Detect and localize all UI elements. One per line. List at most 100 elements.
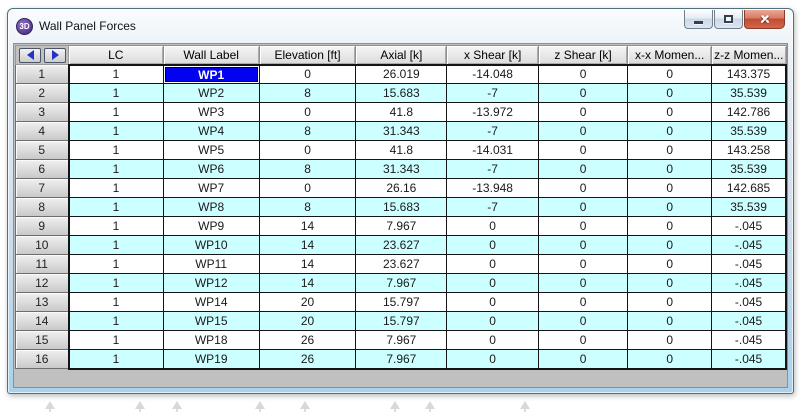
grid-cell[interactable]: 1 bbox=[69, 160, 164, 179]
grid-cell[interactable]: 0 bbox=[628, 350, 712, 369]
grid-cell[interactable]: 0 bbox=[628, 217, 712, 236]
grid-cell[interactable]: -.045 bbox=[712, 312, 786, 331]
row-number-button[interactable]: 14 bbox=[16, 312, 69, 331]
grid-cell[interactable]: WP11 bbox=[163, 255, 259, 274]
restore-button[interactable] bbox=[714, 10, 743, 29]
grid-cell[interactable]: 0 bbox=[538, 160, 627, 179]
grid-cell[interactable]: -7 bbox=[447, 198, 538, 217]
grid-cell[interactable]: 7.967 bbox=[356, 331, 447, 350]
column-header[interactable]: x Shear [k] bbox=[447, 46, 538, 65]
grid-cell[interactable]: 0 bbox=[628, 65, 712, 84]
grid-cell[interactable]: 35.539 bbox=[712, 122, 786, 141]
grid-cell[interactable]: 0 bbox=[538, 103, 627, 122]
grid-cell[interactable]: 35.539 bbox=[712, 198, 786, 217]
grid-cell[interactable]: WP15 bbox=[163, 312, 259, 331]
grid-cell[interactable]: 0 bbox=[447, 274, 538, 293]
grid-cell[interactable]: -7 bbox=[447, 122, 538, 141]
grid-cell[interactable]: 0 bbox=[447, 293, 538, 312]
column-header[interactable]: z Shear [k] bbox=[538, 46, 627, 65]
row-number-button[interactable]: 2 bbox=[16, 84, 69, 103]
grid-cell[interactable]: 142.685 bbox=[712, 179, 786, 198]
row-number-button[interactable]: 16 bbox=[16, 350, 69, 369]
row-number-button[interactable]: 5 bbox=[16, 141, 69, 160]
grid-cell[interactable]: 0 bbox=[447, 331, 538, 350]
row-number-button[interactable]: 7 bbox=[16, 179, 69, 198]
row-number-button[interactable]: 6 bbox=[16, 160, 69, 179]
grid-cell[interactable]: 0 bbox=[259, 65, 355, 84]
grid-cell[interactable]: -7 bbox=[447, 84, 538, 103]
grid-cell[interactable]: 0 bbox=[538, 350, 627, 369]
grid-cell[interactable]: 0 bbox=[538, 84, 627, 103]
grid-cell[interactable]: 0 bbox=[538, 312, 627, 331]
grid-cell[interactable]: 0 bbox=[538, 236, 627, 255]
column-header[interactable]: Axial [k] bbox=[356, 46, 447, 65]
grid-cell[interactable]: WP6 bbox=[163, 160, 259, 179]
grid-cell[interactable]: WP12 bbox=[163, 274, 259, 293]
grid-cell[interactable]: 0 bbox=[447, 236, 538, 255]
grid-cell[interactable]: 0 bbox=[628, 312, 712, 331]
grid-cell[interactable]: 1 bbox=[69, 84, 164, 103]
grid-cell[interactable]: 15.797 bbox=[356, 312, 447, 331]
grid-cell[interactable]: WP2 bbox=[163, 84, 259, 103]
grid-cell[interactable]: 0 bbox=[628, 103, 712, 122]
grid-cell[interactable]: 35.539 bbox=[712, 160, 786, 179]
grid-cell[interactable]: WP7 bbox=[163, 179, 259, 198]
grid-cell[interactable]: 1 bbox=[69, 274, 164, 293]
grid-cell[interactable]: WP8 bbox=[163, 198, 259, 217]
grid-cell[interactable]: 23.627 bbox=[356, 255, 447, 274]
row-number-button[interactable]: 8 bbox=[16, 198, 69, 217]
grid-cell[interactable]: 20 bbox=[259, 312, 355, 331]
grid-cell[interactable]: 41.8 bbox=[356, 103, 447, 122]
grid-cell[interactable]: 26 bbox=[259, 350, 355, 369]
column-header[interactable]: Elevation [ft] bbox=[259, 46, 355, 65]
grid-cell[interactable]: WP18 bbox=[163, 331, 259, 350]
grid-cell[interactable]: WP9 bbox=[163, 217, 259, 236]
grid-cell[interactable]: 7.967 bbox=[356, 350, 447, 369]
grid-cell[interactable]: -14.031 bbox=[447, 141, 538, 160]
grid-cell[interactable]: -13.972 bbox=[447, 103, 538, 122]
grid-cell[interactable]: 0 bbox=[538, 141, 627, 160]
grid-cell[interactable]: 1 bbox=[69, 103, 164, 122]
grid-cell[interactable]: 0 bbox=[259, 141, 355, 160]
grid-cell[interactable]: 0 bbox=[628, 141, 712, 160]
grid-cell[interactable]: WP4 bbox=[163, 122, 259, 141]
grid-cell[interactable]: 0 bbox=[628, 331, 712, 350]
grid-cell[interactable]: 0 bbox=[538, 65, 627, 84]
grid-cell[interactable]: 1 bbox=[69, 65, 164, 84]
column-header[interactable]: z-z Momen... bbox=[712, 46, 786, 65]
grid-cell[interactable]: 26.16 bbox=[356, 179, 447, 198]
grid-cell[interactable]: 14 bbox=[259, 274, 355, 293]
grid-cell[interactable]: 1 bbox=[69, 198, 164, 217]
grid-cell[interactable]: 0 bbox=[447, 312, 538, 331]
grid-cell[interactable]: 0 bbox=[628, 122, 712, 141]
grid-cell[interactable]: WP10 bbox=[163, 236, 259, 255]
grid-cell[interactable]: 0 bbox=[628, 236, 712, 255]
grid-cell[interactable]: 26.019 bbox=[356, 65, 447, 84]
grid-cell[interactable]: 0 bbox=[538, 274, 627, 293]
grid-cell[interactable]: 143.375 bbox=[712, 65, 786, 84]
minimize-button[interactable] bbox=[684, 10, 713, 29]
grid-cell[interactable]: 0 bbox=[447, 217, 538, 236]
grid-cell[interactable]: 0 bbox=[628, 84, 712, 103]
grid-cell[interactable]: 8 bbox=[259, 84, 355, 103]
grid-cell[interactable]: -.045 bbox=[712, 331, 786, 350]
selected-cell[interactable]: WP1 bbox=[165, 67, 258, 82]
grid-cell[interactable]: 15.797 bbox=[356, 293, 447, 312]
grid-cell[interactable]: 31.343 bbox=[356, 160, 447, 179]
close-button[interactable] bbox=[744, 10, 785, 29]
grid-cell[interactable]: 20 bbox=[259, 293, 355, 312]
grid-cell[interactable]: 31.343 bbox=[356, 122, 447, 141]
grid-cell[interactable]: 35.539 bbox=[712, 84, 786, 103]
grid-cell[interactable]: 0 bbox=[628, 255, 712, 274]
grid-cell[interactable]: -14.048 bbox=[447, 65, 538, 84]
grid-cell[interactable]: -13.948 bbox=[447, 179, 538, 198]
grid-cell[interactable]: 7.967 bbox=[356, 217, 447, 236]
grid-cell[interactable]: 1 bbox=[69, 122, 164, 141]
grid-cell[interactable]: WP19 bbox=[163, 350, 259, 369]
grid-cell[interactable]: WP3 bbox=[163, 103, 259, 122]
row-number-button[interactable]: 12 bbox=[16, 274, 69, 293]
grid-cell[interactable]: -.045 bbox=[712, 293, 786, 312]
grid-cell[interactable]: 1 bbox=[69, 331, 164, 350]
grid-cell[interactable]: -.045 bbox=[712, 255, 786, 274]
row-number-button[interactable]: 11 bbox=[16, 255, 69, 274]
